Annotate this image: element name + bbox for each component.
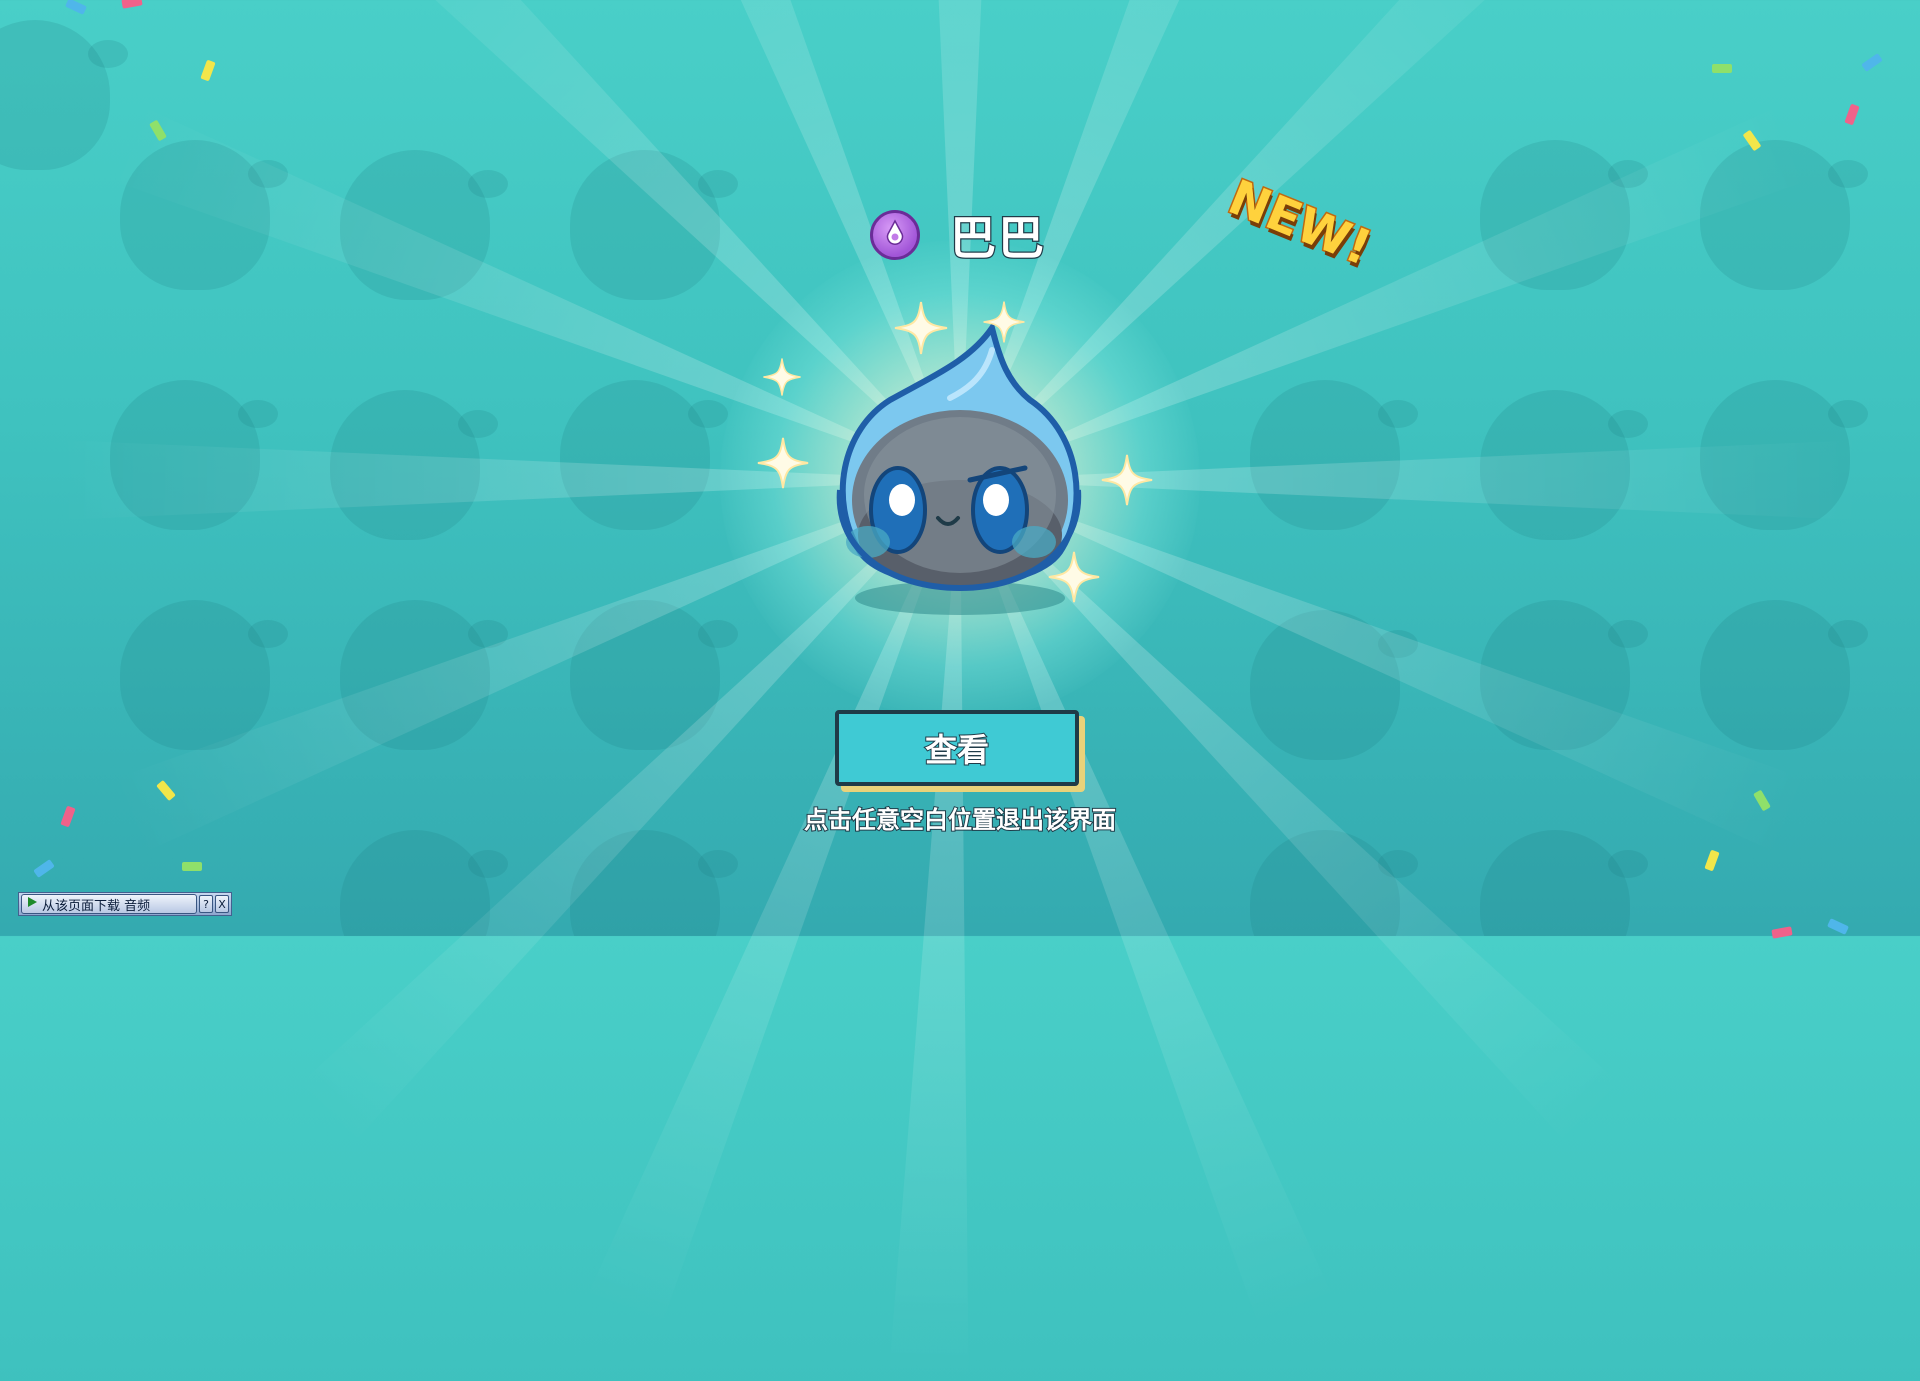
pet-silhouette	[120, 600, 288, 750]
confetti-piece	[1712, 64, 1732, 73]
pet-name: 巴巴	[949, 210, 1046, 267]
pet-silhouette	[340, 830, 508, 936]
sparkle-icon	[756, 436, 810, 494]
pet-name-row: 巴巴	[870, 208, 1046, 266]
close-button[interactable]: X	[215, 895, 229, 913]
view-button[interactable]: 查看	[835, 710, 1079, 786]
confetti-piece	[1771, 926, 1793, 939]
sparkle-icon	[1047, 550, 1101, 608]
download-audio-label: 从该页面下载 音频	[42, 898, 151, 914]
pet-silhouette	[560, 380, 728, 530]
audio-download-toolbar: 从该页面下载 音频 ? X	[18, 892, 232, 916]
sparkle-icon	[893, 300, 949, 360]
sparkle-icon	[762, 357, 802, 401]
sparkle-icon	[982, 300, 1026, 348]
pet-silhouette	[0, 20, 128, 170]
element-badge	[870, 210, 920, 260]
pet-silhouette	[1480, 830, 1648, 936]
help-button[interactable]: ?	[199, 895, 213, 913]
pet-silhouette	[1700, 600, 1868, 750]
sparkle-icon	[1100, 453, 1154, 511]
confetti-piece	[182, 862, 202, 871]
purple-element-icon	[880, 218, 910, 252]
download-audio-button[interactable]: 从该页面下载 音频	[21, 894, 197, 914]
view-button-label: 查看	[924, 730, 990, 770]
exit-hint-text: 点击任意空白位置退出该界面	[803, 805, 1117, 835]
pet-silhouette	[1250, 380, 1418, 530]
play-icon	[26, 896, 38, 912]
